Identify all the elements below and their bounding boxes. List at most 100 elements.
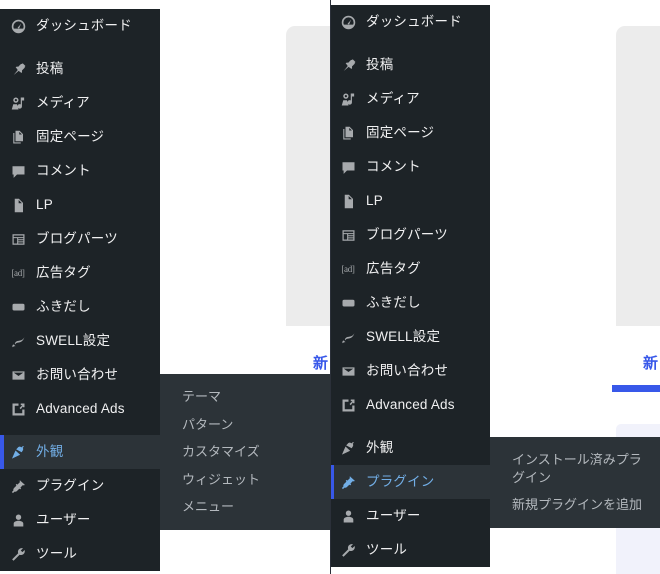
sidebar-item-label: 外観: [366, 440, 394, 456]
sidebar-item-4[interactable]: 固定ページ: [0, 120, 160, 154]
sidebar-item-13[interactable]: 外観: [330, 431, 490, 465]
swell-icon: [330, 330, 366, 345]
sidebar-item-6[interactable]: LP: [0, 188, 160, 222]
screenshot-root: 新 ダッシュボード 投稿 メディア 固定ページ コメント LP ブログパーツ [ad] 広告タグ…: [0, 0, 660, 574]
flyout-submenu-appearance[interactable]: テーマ パターン カスタマイズ ウィジェット メニュー: [160, 374, 330, 530]
sidebar-item-13[interactable]: 外観: [0, 435, 168, 469]
dashboard-icon: [330, 15, 366, 30]
content-heading-left: 新: [312, 355, 328, 372]
sidebar-item-label: ふきだし: [36, 299, 91, 315]
content-heading-right: 新: [642, 355, 658, 372]
sidebar-item-8[interactable]: [ad] 広告タグ: [330, 252, 490, 286]
sidebar-item-label: コメント: [366, 159, 421, 175]
sidebar-item-16[interactable]: ツール: [330, 533, 490, 567]
plugins-icon: [330, 475, 366, 490]
content-card: [616, 26, 660, 326]
sidebar-item-11[interactable]: お問い合わせ: [0, 358, 160, 392]
panel-right: 新 ダッシュボード投稿 メディア固定ページコメント LP ブログパーツ [ad] 広告タグ…: [330, 0, 660, 574]
pin-icon: [330, 58, 366, 73]
sidebar-separator: [330, 39, 490, 48]
sidebar-item-label: 広告タグ: [366, 261, 421, 277]
mail-icon: [330, 364, 366, 379]
content-accent-bar: [612, 385, 660, 392]
sidebar-item-label: ブログパーツ: [36, 231, 118, 247]
submenu-item-2[interactable]: 新規プラグインを追加: [490, 491, 660, 519]
sidebar-item-label: 広告タグ: [36, 265, 91, 281]
sidebar-item-7[interactable]: ブログパーツ: [0, 222, 160, 256]
sidebar-item-label: 外観: [36, 444, 64, 460]
sidebar-item-16[interactable]: ツール: [0, 537, 160, 571]
sidebar-item-7[interactable]: ブログパーツ: [330, 218, 490, 252]
balloon-icon: [0, 300, 36, 315]
pages-icon: [0, 130, 36, 145]
pin-icon: [0, 62, 36, 77]
media-icon: [330, 92, 366, 107]
balloon-icon: [330, 296, 366, 311]
appearance-icon: [330, 441, 366, 456]
sidebar-separator: [0, 426, 160, 435]
sidebar-item-11[interactable]: お問い合わせ: [330, 354, 490, 388]
submenu-item-5[interactable]: メニュー: [160, 493, 330, 521]
sidebar-item-2[interactable]: 投稿: [330, 48, 490, 82]
pages-icon: [330, 126, 366, 141]
sidebar-item-6[interactable]: LP: [330, 184, 490, 218]
swell-icon: [0, 334, 36, 349]
sidebar-item-label: ツール: [366, 542, 408, 558]
submenu-item-4[interactable]: ウィジェット: [160, 466, 330, 494]
sidebar-item-14[interactable]: プラグイン: [0, 469, 160, 503]
sidebar-item-12[interactable]: Advanced Ads: [330, 388, 490, 422]
sidebar-item-10[interactable]: SWELL設定: [330, 320, 490, 354]
sidebar-item-10[interactable]: SWELL設定: [0, 324, 160, 358]
sidebar-item-15[interactable]: ユーザー: [0, 503, 160, 537]
sidebar-item-label: 固定ページ: [366, 125, 435, 141]
sidebar-item-label: ツール: [36, 546, 78, 562]
sidebar-item-3[interactable]: メディア: [0, 86, 160, 120]
tools-icon: [0, 547, 36, 562]
submenu-item-3[interactable]: カスタマイズ: [160, 438, 330, 466]
comment-icon: [0, 164, 36, 179]
sidebar-item-9[interactable]: ふきだし: [330, 286, 490, 320]
sidebar-item-label: LP: [36, 197, 53, 213]
sidebar-item-1[interactable]: ダッシュボード: [0, 9, 160, 43]
sidebar-item-label: LP: [366, 193, 383, 209]
submenu-item-1[interactable]: インストール済みプラグイン: [490, 446, 660, 491]
sidebar-item-12[interactable]: Advanced Ads: [0, 392, 160, 426]
comment-icon: [330, 160, 366, 175]
dashboard-icon: [0, 19, 36, 34]
mail-icon: [0, 368, 36, 383]
appearance-icon: [0, 445, 36, 460]
sidebar-item-1[interactable]: ダッシュボード: [330, 5, 490, 39]
sidebar-item-label: プラグイン: [36, 478, 105, 494]
tools-icon: [330, 543, 366, 558]
sidebar-separator: [0, 43, 160, 52]
blogparts-icon: [330, 228, 366, 243]
sidebar-item-label: プラグイン: [366, 474, 435, 490]
submenu-item-2[interactable]: パターン: [160, 411, 330, 439]
plugins-icon: [0, 479, 36, 494]
sidebar-item-label: ふきだし: [366, 295, 421, 311]
sidebar-item-3[interactable]: メディア: [330, 82, 490, 116]
sidebar-item-9[interactable]: ふきだし: [0, 290, 160, 324]
flyout-submenu-plugins[interactable]: インストール済みプラグイン 新規プラグインを追加: [490, 437, 660, 528]
sidebar-item-label: お問い合わせ: [36, 367, 119, 383]
sidebar-item-4[interactable]: 固定ページ: [330, 116, 490, 150]
sidebar-item-15[interactable]: ユーザー: [330, 499, 490, 533]
advanced-ads-icon: [0, 402, 36, 417]
sidebar-item-2[interactable]: 投稿: [0, 52, 160, 86]
sidebar-item-5[interactable]: コメント: [330, 150, 490, 184]
advanced-ads-icon: [330, 398, 366, 413]
media-icon: [0, 96, 36, 111]
sidebar-item-label: SWELL設定: [366, 329, 441, 345]
submenu-item-1[interactable]: テーマ: [160, 383, 330, 411]
sidebar-item-14[interactable]: プラグイン: [330, 465, 498, 499]
panel-left: 新 ダッシュボード 投稿 メディア 固定ページ コメント LP ブログパーツ [ad] 広告タグ…: [0, 0, 330, 574]
sidebar-item-label: SWELL設定: [36, 333, 111, 349]
content-card: [286, 26, 330, 326]
sidebar-item-label: ユーザー: [366, 508, 421, 524]
sidebar-item-8[interactable]: [ad] 広告タグ: [0, 256, 160, 290]
admin-sidebar-right: ダッシュボード投稿 メディア固定ページコメント LP ブログパーツ [ad] 広告タグふき…: [330, 5, 498, 567]
sidebar-item-label: ダッシュボード: [366, 14, 462, 30]
sidebar-item-5[interactable]: コメント: [0, 154, 160, 188]
admin-sidebar-left: ダッシュボード 投稿 メディア 固定ページ コメント LP ブログパーツ [ad] 広告タグふき…: [0, 9, 168, 571]
ad-tag-icon: [ad]: [341, 264, 355, 274]
